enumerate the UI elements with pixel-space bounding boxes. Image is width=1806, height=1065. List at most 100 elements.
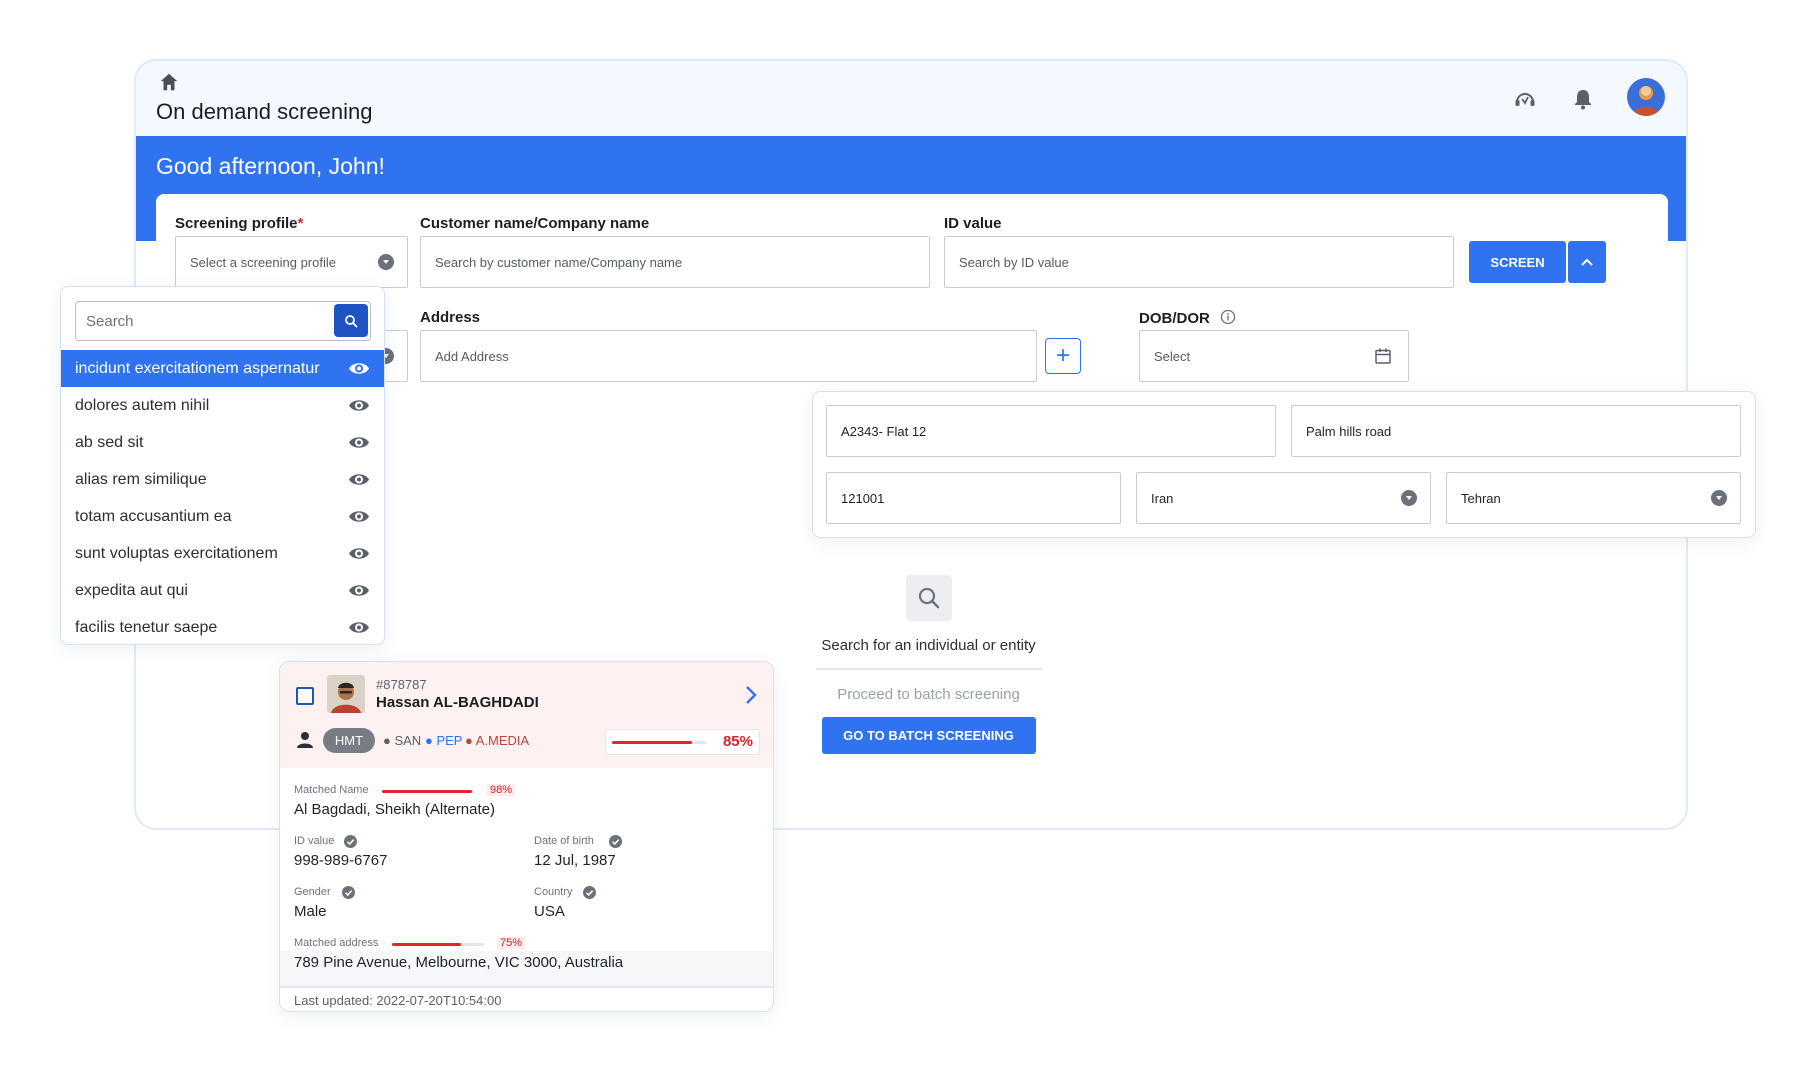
matched-address-score-bar xyxy=(392,943,484,946)
country-select[interactable]: Iran xyxy=(1136,472,1431,524)
support-icon[interactable] xyxy=(1511,85,1539,113)
profile-option[interactable]: dolores autem nihil xyxy=(61,387,384,424)
profile-option-label: sunt voluptas exercitationem xyxy=(75,544,278,562)
home-icon[interactable] xyxy=(158,71,180,93)
dob-value: 12 Jul, 1987 xyxy=(534,852,616,869)
info-icon[interactable] xyxy=(1220,309,1236,325)
eye-icon[interactable] xyxy=(348,619,370,636)
record-id: #878787 xyxy=(376,677,427,692)
search-icon xyxy=(345,314,358,327)
last-updated: Last updated: 2022-07-20T10:54:00 xyxy=(294,993,502,1008)
go-to-batch-screening-button[interactable]: GO TO BATCH SCREENING xyxy=(821,717,1036,754)
matched-name-score: 98% xyxy=(487,784,516,796)
pep-flag: ● PEP xyxy=(425,733,463,748)
screen-button[interactable]: SCREEN xyxy=(1469,241,1566,283)
top-bar: On demand screening xyxy=(136,61,1686,136)
address-line2-value: Palm hills road xyxy=(1306,423,1392,439)
eye-icon[interactable] xyxy=(348,397,370,414)
required-mark: * xyxy=(297,215,304,232)
dob-label: Date of birth xyxy=(534,835,594,847)
dob-label: DOB/DOR xyxy=(1139,309,1236,327)
profile-option[interactable]: incidunt exercitationem aspernatur xyxy=(61,350,384,387)
profile-option-label: expedita aut qui xyxy=(75,581,188,599)
result-card-header: #878787 Hassan AL-BAGHDADI HMT ● SAN ● P… xyxy=(280,662,773,768)
expand-toggle-button[interactable] xyxy=(1568,241,1606,283)
id-value-label: ID value xyxy=(944,215,1002,232)
batch-screening-text: Proceed to batch screening xyxy=(837,686,1020,703)
subject-name: Hassan AL-BAGHDADI xyxy=(376,694,539,711)
eye-icon[interactable] xyxy=(348,582,370,599)
profile-option-label: dolores autem nihil xyxy=(75,396,210,414)
overall-score-fill xyxy=(612,741,692,744)
dob-date-picker[interactable]: Select xyxy=(1139,330,1409,382)
profile-option[interactable]: totam accusantium ea xyxy=(61,498,384,535)
profile-option-label: incidunt exercitationem aspernatur xyxy=(75,359,320,377)
profile-option-label: alias rem similique xyxy=(75,470,207,488)
profile-option[interactable]: facilis tenetur saepe xyxy=(61,609,384,644)
profile-search-input[interactable]: Search xyxy=(75,301,371,341)
chevron-down-icon xyxy=(1711,490,1727,506)
check-icon xyxy=(609,835,622,848)
screening-profile-placeholder: Select a screening profile xyxy=(190,254,336,270)
city-value: Tehran xyxy=(1461,490,1501,506)
country-value: USA xyxy=(534,903,565,920)
address-label: Address xyxy=(420,309,481,326)
eye-icon[interactable] xyxy=(348,545,370,562)
id-value: 998-989-6767 xyxy=(294,852,388,869)
empty-state: Search for an individual or entity Proce… xyxy=(807,575,1050,754)
eye-icon[interactable] xyxy=(348,360,370,377)
san-flag: ● SAN xyxy=(383,733,422,748)
profile-option-label: totam accusantium ea xyxy=(75,507,232,525)
matched-address-score-fill xyxy=(392,943,461,946)
address-line1-value: A2343- Flat 12 xyxy=(841,423,927,439)
bell-icon[interactable] xyxy=(1569,85,1597,113)
chevron-down-icon xyxy=(378,254,394,270)
postcode-input[interactable]: 121001 xyxy=(826,472,1121,524)
screening-profile-label: Screening profile* xyxy=(175,215,303,232)
address-line1-input[interactable]: A2343- Flat 12 xyxy=(826,405,1276,457)
add-address-button[interactable]: + xyxy=(1045,338,1081,374)
profile-option[interactable]: alias rem similique xyxy=(61,461,384,498)
customer-name-input[interactable]: Search by customer name/Company name xyxy=(420,236,930,288)
gender-value: Male xyxy=(294,903,327,920)
overall-score-bar xyxy=(612,741,706,744)
profile-option[interactable]: sunt voluptas exercitationem xyxy=(61,535,384,572)
chevron-right-icon[interactable] xyxy=(743,684,759,706)
eye-icon[interactable] xyxy=(348,471,370,488)
profile-option-label: ab sed sit xyxy=(75,433,144,451)
overall-score-value: 85% xyxy=(722,733,753,750)
profile-search-placeholder: Search xyxy=(86,313,134,330)
screening-profile-dropdown: Search incidunt exercitationem aspernatu… xyxy=(60,286,385,645)
divider xyxy=(815,668,1042,670)
dob-label-text: DOB/DOR xyxy=(1139,310,1210,327)
matched-name-score-bar xyxy=(382,790,474,793)
address-input[interactable]: Add Address xyxy=(420,330,1037,382)
screening-profile-label-text: Screening profile xyxy=(175,215,298,232)
divider xyxy=(280,986,773,988)
profile-list: incidunt exercitationem aspernatur dolore… xyxy=(61,350,384,644)
page-title: On demand screening xyxy=(156,99,373,124)
screening-result-card[interactable]: #878787 Hassan AL-BAGHDADI HMT ● SAN ● P… xyxy=(279,661,774,1012)
matched-address-label: Matched address xyxy=(294,937,379,949)
profile-option[interactable]: ab sed sit xyxy=(61,424,384,461)
person-icon xyxy=(297,732,313,748)
chevron-up-icon xyxy=(1581,258,1593,266)
empty-state-icon-box xyxy=(905,575,952,621)
check-icon xyxy=(344,835,357,848)
profile-option[interactable]: expedita aut qui xyxy=(61,572,384,609)
eye-icon[interactable] xyxy=(348,508,370,525)
screening-profile-select[interactable]: Select a screening profile xyxy=(175,236,408,288)
profile-search-button[interactable] xyxy=(334,304,368,337)
matched-address-score: 75% xyxy=(497,937,526,949)
result-select-checkbox[interactable] xyxy=(296,687,314,705)
id-value-placeholder: Search by ID value xyxy=(959,254,1069,270)
check-icon xyxy=(583,886,596,899)
avatar[interactable] xyxy=(1627,78,1665,116)
id-value-input[interactable]: Search by ID value xyxy=(944,236,1454,288)
city-select[interactable]: Tehran xyxy=(1446,472,1741,524)
profile-option-label: facilis tenetur saepe xyxy=(75,618,218,636)
address-line2-input[interactable]: Palm hills road xyxy=(1291,405,1741,457)
matched-address-value: 789 Pine Avenue, Melbourne, VIC 3000, Au… xyxy=(294,954,624,971)
postcode-value: 121001 xyxy=(841,490,885,506)
eye-icon[interactable] xyxy=(348,434,370,451)
